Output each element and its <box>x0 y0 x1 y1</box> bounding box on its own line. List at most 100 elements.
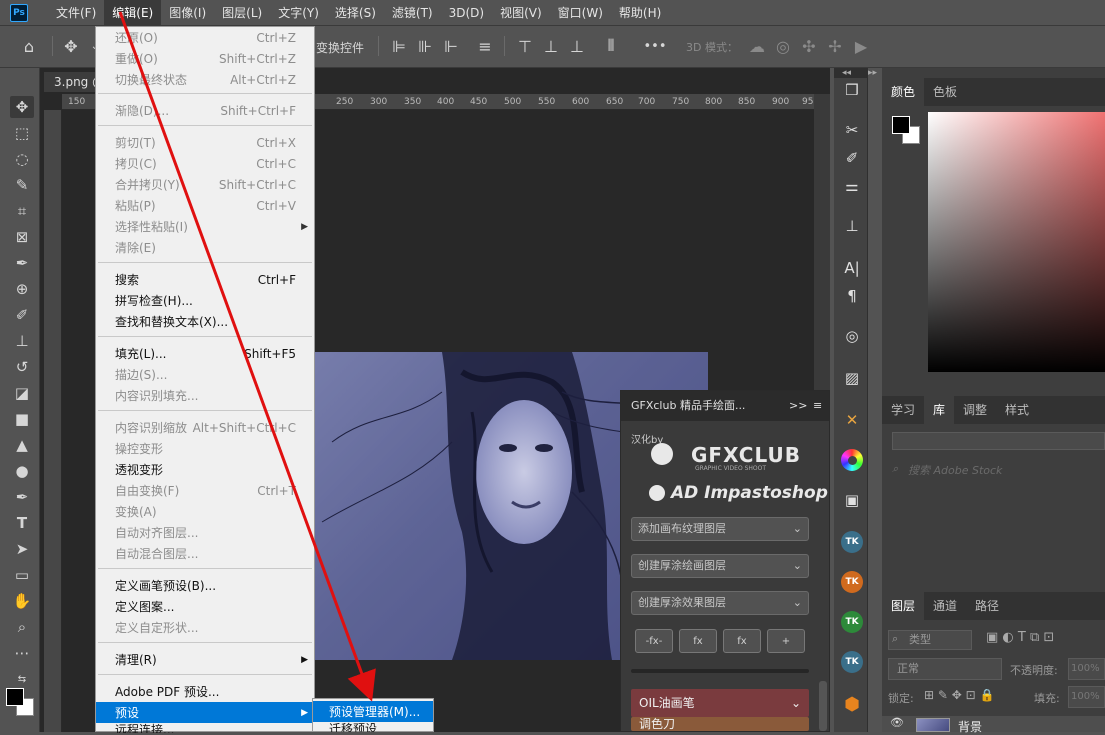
tk-panel-icon-4[interactable]: TK <box>840 650 864 674</box>
tk-panel-icon-2[interactable]: TK <box>840 570 864 594</box>
eraser-tool-icon[interactable]: ◪ <box>10 382 34 404</box>
brush-tool-icon[interactable]: ✐ <box>10 304 34 326</box>
menu-layer[interactable]: 图层(L) <box>214 0 270 26</box>
paragraph-icon[interactable]: ¶ <box>840 284 864 308</box>
lock-icons[interactable]: ⊞ ✎ ✥ ⊡ 🔒 <box>924 688 994 702</box>
menu-item-redo[interactable]: 重做(O) Shift+Ctrl+Z <box>96 48 314 69</box>
panel-menu-icon[interactable]: ≡ <box>813 391 822 421</box>
menu-item-fade[interactable]: 渐隐(D)... Shift+Ctrl+F <box>96 100 314 121</box>
menu-item-spell-check[interactable]: 拼写检查(H)... <box>96 290 314 311</box>
frame-tool-icon[interactable]: ⊠ <box>10 226 34 248</box>
tab-learn[interactable]: 学习 <box>882 396 924 424</box>
align-top-icon[interactable]: ⊤ <box>514 35 536 57</box>
lasso-tool-icon[interactable]: ◌ <box>10 148 34 170</box>
align-left-icon[interactable]: ⊫ <box>388 35 410 57</box>
menu-item-cut[interactable]: 剪切(T) Ctrl+X <box>96 132 314 153</box>
menu-item-purge[interactable]: 清理(R) ▶ <box>96 649 314 670</box>
tab-paths[interactable]: 路径 <box>966 592 1008 620</box>
collapse-panels-icon[interactable]: ◂◂ <box>842 68 851 78</box>
menu-3d[interactable]: 3D(D) <box>441 0 492 26</box>
align-right-icon[interactable]: ⊩ <box>440 35 462 57</box>
move-tool-icon[interactable]: ✥ <box>10 96 34 118</box>
menu-window[interactable]: 窗口(W) <box>550 0 611 26</box>
color-picker-field[interactable] <box>928 112 1105 372</box>
cube-plugin-icon[interactable]: ⬢ <box>840 692 864 716</box>
3d-camera-icon[interactable]: ▶ <box>850 35 872 57</box>
expand-panels-icon[interactable]: ▸▸ <box>868 68 877 78</box>
fill-input[interactable]: 100% <box>1068 686 1105 708</box>
default-colors-icon[interactable]: ⇆ <box>10 668 34 690</box>
fx-button-2[interactable]: fx <box>679 629 717 653</box>
menu-item-migrate-presets[interactable]: 迁移预设 <box>313 722 433 732</box>
align-middle-icon[interactable]: ⊥ <box>540 35 562 57</box>
marquee-tool-icon[interactable]: ⬚ <box>10 122 34 144</box>
menu-item-content-aware-scale[interactable]: 内容识别缩放 Alt+Shift+Ctrl+C <box>96 417 314 438</box>
menu-item-define-brush[interactable]: 定义画笔预设(B)... <box>96 575 314 596</box>
foreground-swatch[interactable] <box>892 116 910 134</box>
menu-item-toggle-last-state[interactable]: 切换最终状态 Alt+Ctrl+Z <box>96 69 314 90</box>
layer-row[interactable]: 👁 背景 <box>882 716 1105 734</box>
create-paint-layer-dropdown[interactable]: 创建厚涂绘画图层 ⌄ <box>631 554 809 578</box>
menu-help[interactable]: 帮助(H) <box>611 0 669 26</box>
3d-roll-icon[interactable]: ◎ <box>772 35 794 57</box>
more-options-icon[interactable]: ••• <box>644 35 667 57</box>
menu-edit[interactable]: 编辑(E) <box>104 0 162 26</box>
menu-item-content-aware-fill[interactable]: 内容识别填充... <box>96 385 314 406</box>
menu-item-perspective-warp[interactable]: 透视变形 <box>96 459 314 480</box>
pen-tool-icon[interactable]: ✒ <box>10 486 34 508</box>
fx-button-1[interactable]: -fx- <box>635 629 673 653</box>
library-select[interactable] <box>892 432 1105 450</box>
menu-item-auto-align[interactable]: 自动对齐图层... <box>96 522 314 543</box>
tk-panel-icon-1[interactable]: TK <box>840 530 864 554</box>
tab-libraries[interactable]: 库 <box>924 396 955 424</box>
menu-select[interactable]: 选择(S) <box>327 0 384 26</box>
layer-filter-select[interactable]: 类型 <box>888 630 972 650</box>
brushes-icon[interactable]: ✐ <box>840 146 864 170</box>
menu-item-free-transform[interactable]: 自由变换(F) Ctrl+T <box>96 480 314 501</box>
path-select-tool-icon[interactable]: ➤ <box>10 538 34 560</box>
menu-item-clear[interactable]: 清除(E) <box>96 237 314 258</box>
tab-styles[interactable]: 样式 <box>996 396 1038 424</box>
adobe-stock-search[interactable]: 搜索 Adobe Stock <box>908 462 1002 478</box>
navigator-icon[interactable]: ◎ <box>840 324 864 348</box>
menu-item-copy-merged[interactable]: 合并拷贝(Y) Shift+Ctrl+C <box>96 174 314 195</box>
menu-item-define-pattern[interactable]: 定义图案... <box>96 596 314 617</box>
tab-adjustments[interactable]: 调整 <box>954 396 996 424</box>
plugin-icon[interactable]: ▣ <box>840 488 864 512</box>
history-brush-tool-icon[interactable]: ↺ <box>10 356 34 378</box>
menu-item-define-shape[interactable]: 定义自定形状... <box>96 617 314 638</box>
menu-item-find-replace[interactable]: 查找和替换文本(X)... <box>96 311 314 332</box>
add-button[interactable]: + <box>767 629 805 653</box>
gradient-tool-icon[interactable]: ■ <box>10 408 34 430</box>
menu-item-paste[interactable]: 粘贴(P) Ctrl+V <box>96 195 314 216</box>
quick-select-tool-icon[interactable]: ✎ <box>10 174 34 196</box>
menu-item-fill[interactable]: 填充(L)... Shift+F5 <box>96 343 314 364</box>
tab-channels[interactable]: 通道 <box>924 592 966 620</box>
edit-toolbar-icon[interactable]: ⋯ <box>10 642 34 664</box>
menu-file[interactable]: 文件(F) <box>48 0 104 26</box>
crop-tool-icon[interactable]: ⌗ <box>10 200 34 222</box>
type-tool-icon[interactable]: T <box>10 512 34 534</box>
dodge-tool-icon[interactable]: ● <box>10 460 34 482</box>
menu-item-pdf-presets[interactable]: Adobe PDF 预设... <box>96 681 314 702</box>
menu-image[interactable]: 图像(I) <box>161 0 214 26</box>
stamp-tool-icon[interactable]: ⊥ <box>10 330 34 352</box>
distribute-icon[interactable]: ≡ <box>474 35 496 57</box>
layer-filter-icons[interactable]: ▣ ◐ T ⧉ ⊡ <box>986 630 1054 645</box>
3d-pan-icon[interactable]: ✣ <box>798 35 820 57</box>
oil-brush-bar[interactable]: OIL油画笔 ⌄ <box>631 689 809 717</box>
menu-type[interactable]: 文字(Y) <box>270 0 327 26</box>
collapse-icon[interactable]: >> <box>789 391 807 421</box>
tab-layers[interactable]: 图层 <box>882 592 925 620</box>
distribute-vertical-icon[interactable]: ⦀ <box>600 35 622 57</box>
tab-swatches[interactable]: 色板 <box>924 78 966 106</box>
brush-preset-icon[interactable]: ▨ <box>840 366 864 390</box>
healing-tool-icon[interactable]: ⊕ <box>10 278 34 300</box>
menu-item-search[interactable]: 搜索 Ctrl+F <box>96 269 314 290</box>
menu-item-stroke[interactable]: 描边(S)... <box>96 364 314 385</box>
align-center-icon[interactable]: ⊪ <box>414 35 436 57</box>
home-icon[interactable]: ⌂ <box>18 35 40 57</box>
transform-controls-label[interactable]: 变换控件 <box>316 39 364 56</box>
opacity-input[interactable]: 100% <box>1068 658 1105 680</box>
menu-item-copy[interactable]: 拷贝(C) Ctrl+C <box>96 153 314 174</box>
